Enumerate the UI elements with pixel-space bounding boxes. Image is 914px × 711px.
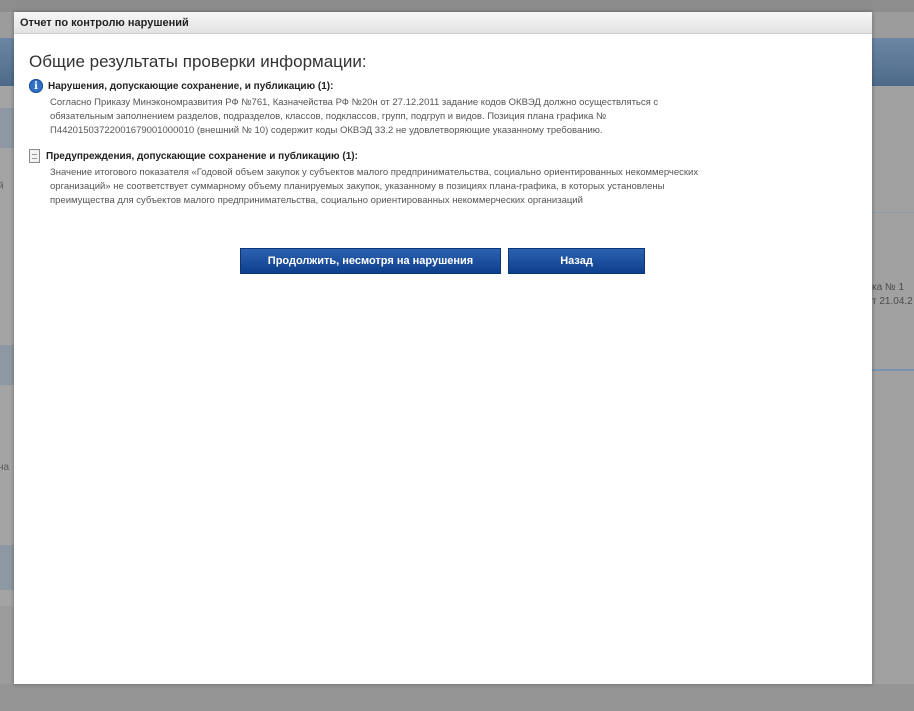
warnings-section: Предупреждения, допускающие сохранение и… [29, 148, 859, 208]
continue-despite-violations-button[interactable]: Продолжить, несмотря на нарушения [240, 248, 501, 274]
background-left-text: й [0, 181, 4, 192]
violations-header: i Нарушения, допускающие сохранение, и п… [29, 78, 859, 94]
background-top-bar [0, 0, 914, 12]
warnings-text-line: Значение итогового показателя «Годовой о… [50, 167, 699, 178]
violations-text-line: Согласно Приказу Минэкономразвития РФ №7… [50, 97, 659, 108]
dialog-title: Отчет по контролю нарушений [20, 17, 189, 29]
info-icon: i [29, 79, 43, 93]
warnings-text-line: преимущества для субъектов малого предпр… [50, 195, 583, 206]
document-icon [29, 149, 40, 163]
background-right-text: т 21.04.2 [872, 296, 913, 307]
warnings-text-line: организаций» не соответствует суммарному… [50, 181, 665, 192]
warnings-text: Значение итогового показателя «Годовой о… [50, 166, 859, 208]
background-bottom-bar [0, 684, 914, 711]
violations-report-dialog: Отчет по контролю нарушений Общие резуль… [14, 12, 872, 684]
violations-title: Нарушения, допускающие сохранение, и пуб… [48, 80, 334, 92]
page-heading: Общие результаты проверки информации: [29, 52, 367, 71]
background-right-text: ка № 1 [872, 282, 905, 293]
violations-text: Согласно Приказу Минэкономразвития РФ №7… [50, 96, 859, 138]
background-left-panel [0, 545, 14, 590]
back-button[interactable]: Назад [508, 248, 645, 274]
violations-section: i Нарушения, допускающие сохранение, и п… [29, 78, 859, 138]
background-divider [872, 212, 914, 213]
background-right-column [872, 86, 914, 686]
dialog-titlebar[interactable]: Отчет по контролю нарушений [14, 12, 872, 34]
warnings-header: Предупреждения, допускающие сохранение и… [29, 148, 859, 164]
background-divider [872, 369, 914, 371]
background-left-panel [0, 108, 14, 148]
background-left-panel [0, 345, 14, 385]
background-left-text: на [0, 462, 10, 473]
violations-text-line: обязательным заполнением разделов, подра… [50, 111, 607, 122]
warnings-title: Предупреждения, допускающие сохранение и… [46, 150, 358, 162]
violations-text-line: П44201503722001679001000010 (внешний № 1… [50, 125, 603, 136]
